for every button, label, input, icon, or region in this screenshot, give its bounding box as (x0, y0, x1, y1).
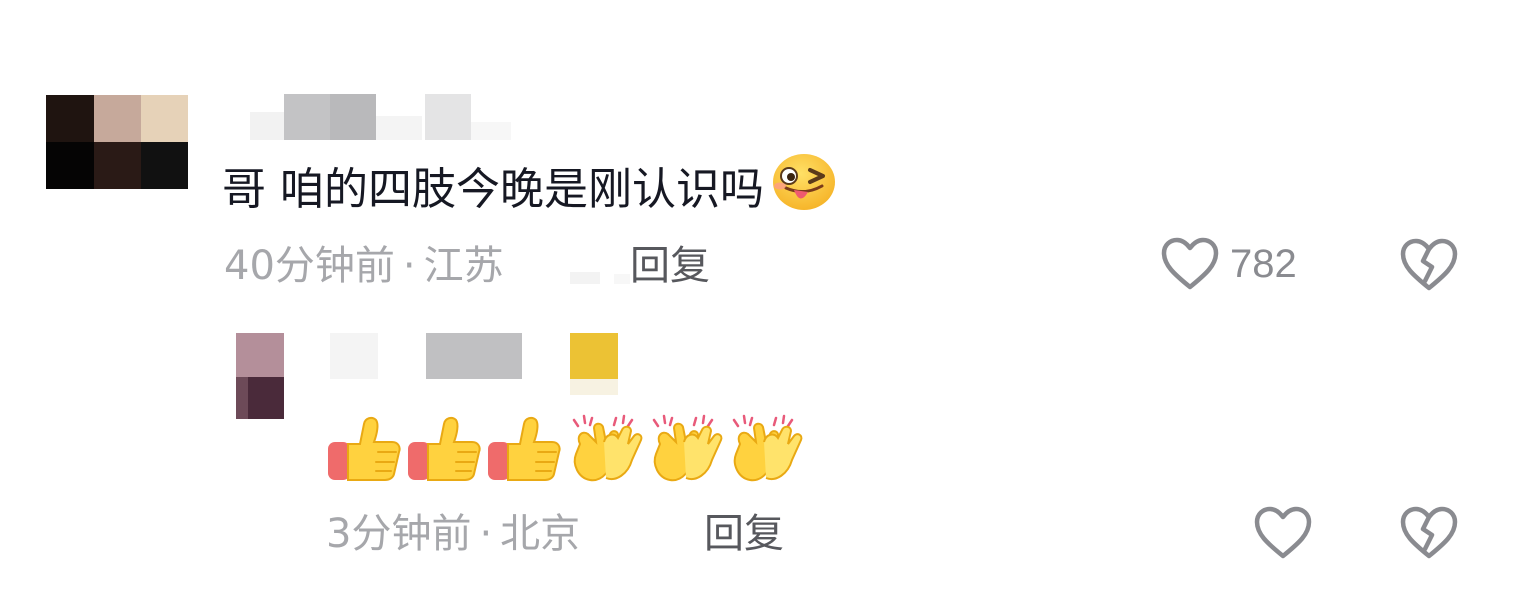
comment-text-content: 哥 咱的四肢今晚是刚认识吗 (222, 164, 764, 215)
reply-time: 3分钟前 (326, 511, 472, 557)
clapping-hands-emoji-icon (566, 414, 646, 486)
reply-button[interactable]: 回复 (630, 238, 710, 294)
reply-like-button[interactable] (1252, 504, 1314, 562)
broken-heart-icon (1399, 505, 1459, 561)
reply-username-censored[interactable] (330, 333, 630, 397)
comment-text: 哥 咱的四肢今晚是刚认识吗 (222, 152, 838, 228)
thumbs-up-emoji-icon (486, 414, 566, 486)
clapping-hands-emoji-icon (646, 414, 726, 486)
wink-tongue-emoji-icon (770, 152, 838, 228)
meta-separator: · (402, 243, 416, 289)
clapping-hands-emoji-icon (726, 414, 806, 486)
comment-location: 江苏 (423, 243, 504, 289)
like-count: 782 (1230, 242, 1297, 286)
reply-location: 北京 (500, 511, 581, 557)
heart-outline-icon (1253, 505, 1313, 561)
broken-heart-icon (1399, 237, 1459, 293)
meta-separator: · (479, 511, 493, 557)
thumbs-up-emoji-icon (406, 414, 486, 486)
avatar[interactable] (46, 95, 188, 189)
username-censored[interactable] (236, 94, 526, 142)
like-button[interactable]: 782 (1160, 236, 1297, 292)
thumbs-up-emoji-icon (326, 414, 406, 486)
comment-meta: 40分钟前 · 江苏 (224, 238, 504, 294)
reply-reply-button[interactable]: 回复 (704, 506, 784, 562)
censor-fragment (570, 272, 630, 286)
reply-dislike-button[interactable] (1398, 504, 1460, 562)
dislike-button[interactable] (1398, 236, 1460, 294)
comment-time: 40分钟前 (224, 243, 395, 289)
reply-text (326, 414, 806, 486)
reply-meta: 3分钟前 · 北京 (326, 506, 580, 562)
reply-avatar[interactable] (236, 333, 284, 419)
heart-outline-icon (1160, 236, 1220, 292)
